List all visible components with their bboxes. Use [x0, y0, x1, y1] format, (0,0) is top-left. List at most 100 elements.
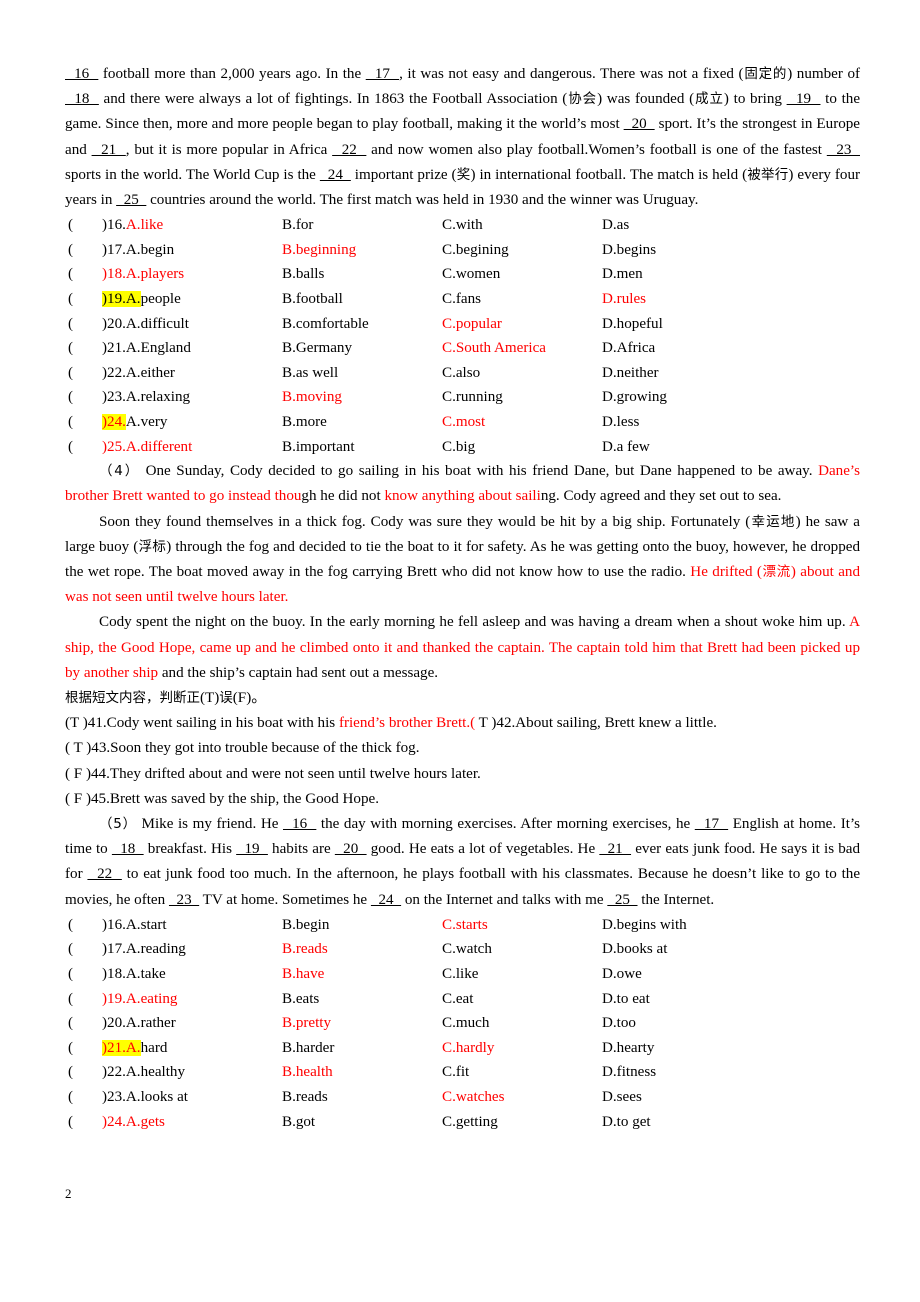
mc-option-c[interactable]: C.South America: [442, 336, 546, 361]
mc-option-a[interactable]: )17.A.reading: [102, 937, 186, 962]
mc-option-d[interactable]: D.rules: [602, 287, 646, 312]
mc-option-a[interactable]: )20.A.rather: [102, 1011, 176, 1036]
mc-option-c[interactable]: C.most: [442, 410, 485, 435]
answer-bracket[interactable]: (: [68, 1110, 73, 1135]
mc-option-b[interactable]: B.begin: [282, 913, 329, 938]
answer-bracket[interactable]: (: [68, 435, 73, 460]
mc-option-d[interactable]: D.begins with: [602, 913, 687, 938]
mc-option-d[interactable]: D.books at: [602, 937, 667, 962]
mc-option-c[interactable]: C.big: [442, 435, 475, 460]
mc-option-c[interactable]: C.watch: [442, 937, 492, 962]
answer-bracket[interactable]: (: [68, 312, 73, 337]
mc-option-d[interactable]: D.Africa: [602, 336, 655, 361]
mc-option-a[interactable]: )23.A.looks at: [102, 1085, 188, 1110]
mc-option-a[interactable]: )21.A.hard: [102, 1036, 167, 1061]
answer-bracket[interactable]: (: [68, 336, 73, 361]
mc-option-a[interactable]: )23.A.relaxing: [102, 385, 190, 410]
mc-option-d[interactable]: D.less: [602, 410, 639, 435]
answer-bracket[interactable]: (: [68, 987, 73, 1012]
true-false-question[interactable]: ( F )44.They drifted about and were not …: [65, 762, 860, 787]
mc-option-d[interactable]: D.too: [602, 1011, 636, 1036]
answer-bracket[interactable]: (: [68, 1060, 73, 1085]
mc-option-d[interactable]: D.begins: [602, 238, 656, 263]
mc-option-a[interactable]: )16.A.start: [102, 913, 167, 938]
mc-option-a[interactable]: )24.A.very: [102, 410, 167, 435]
answer-bracket[interactable]: (: [68, 1036, 73, 1061]
mc-option-b[interactable]: B.pretty: [282, 1011, 331, 1036]
mc-option-b[interactable]: B.moving: [282, 385, 342, 410]
mc-option-d[interactable]: D.neither: [602, 361, 659, 386]
true-false-question[interactable]: ( T )43.Soon they got into trouble becau…: [65, 736, 860, 761]
mc-option-a[interactable]: )24.A.gets: [102, 1110, 165, 1135]
true-false-question[interactable]: (T )41.Cody went sailing in his boat wit…: [65, 711, 860, 736]
answer-bracket[interactable]: (: [68, 287, 73, 312]
mc-option-a[interactable]: )19.A.eating: [102, 987, 177, 1012]
mc-option-c[interactable]: C.women: [442, 262, 500, 287]
mc-option-b[interactable]: B.more: [282, 410, 327, 435]
mc-option-d[interactable]: D.hearty: [602, 1036, 654, 1061]
mc-option-c[interactable]: C.much: [442, 1011, 489, 1036]
mc-option-b[interactable]: B.beginning: [282, 238, 356, 263]
mc-option-a[interactable]: )22.A.either: [102, 361, 175, 386]
mc-option-b[interactable]: B.health: [282, 1060, 333, 1085]
mc-option-d[interactable]: D.as: [602, 213, 629, 238]
mc-option-d[interactable]: D.to eat: [602, 987, 650, 1012]
mc-option-c[interactable]: C.running: [442, 385, 503, 410]
mc-option-a[interactable]: )16.A.like: [102, 213, 163, 238]
mc-option-c[interactable]: C.begining: [442, 238, 509, 263]
mc-option-c[interactable]: C.fit: [442, 1060, 469, 1085]
answer-bracket[interactable]: (: [68, 1011, 73, 1036]
mc-option-b[interactable]: B.comfortable: [282, 312, 369, 337]
mc-option-c[interactable]: C.getting: [442, 1110, 498, 1135]
mc-option-row: ( )21.A.England B.Germany C.South America D.…: [65, 336, 860, 361]
mc-option-b[interactable]: B.eats: [282, 987, 319, 1012]
answer-bracket[interactable]: (: [68, 410, 73, 435]
answer-bracket[interactable]: (: [68, 262, 73, 287]
mc-option-b[interactable]: B.harder: [282, 1036, 334, 1061]
mc-option-c[interactable]: C.hardly: [442, 1036, 494, 1061]
mc-option-d[interactable]: D.to get: [602, 1110, 651, 1135]
mc-option-d[interactable]: D.fitness: [602, 1060, 656, 1085]
true-false-question[interactable]: ( F )45.Brett was saved by the ship, the…: [65, 787, 860, 812]
mc-option-c[interactable]: C.starts: [442, 913, 488, 938]
mc-option-b[interactable]: B.for: [282, 213, 313, 238]
mc-option-b[interactable]: B.reads: [282, 1085, 328, 1110]
mc-option-a[interactable]: )18.A.players: [102, 262, 184, 287]
answer-bracket[interactable]: (: [68, 238, 73, 263]
mc-option-b[interactable]: B.balls: [282, 262, 324, 287]
mc-option-c[interactable]: C.like: [442, 962, 478, 987]
mc-option-a[interactable]: )19.A.people: [102, 287, 181, 312]
answer-bracket[interactable]: (: [68, 385, 73, 410]
mc-option-c[interactable]: C.eat: [442, 987, 473, 1012]
mc-option-a[interactable]: )22.A.healthy: [102, 1060, 185, 1085]
mc-option-d[interactable]: D.sees: [602, 1085, 642, 1110]
mc-option-c[interactable]: C.with: [442, 213, 483, 238]
mc-option-a[interactable]: )25.A.different: [102, 435, 192, 460]
mc-option-d[interactable]: D.hopeful: [602, 312, 663, 337]
answer-bracket[interactable]: (: [68, 962, 73, 987]
mc-option-a[interactable]: )17.A.begin: [102, 238, 174, 263]
answer-bracket[interactable]: (: [68, 361, 73, 386]
answer-bracket[interactable]: (: [68, 1085, 73, 1110]
mc-option-a[interactable]: )18.A.take: [102, 962, 166, 987]
mc-option-a[interactable]: )20.A.difficult: [102, 312, 189, 337]
mc-option-c[interactable]: C.also: [442, 361, 480, 386]
mc-option-b[interactable]: B.Germany: [282, 336, 352, 361]
mc-option-b[interactable]: B.as well: [282, 361, 338, 386]
mc-option-c[interactable]: C.popular: [442, 312, 502, 337]
mc-option-b[interactable]: B.important: [282, 435, 355, 460]
mc-option-c[interactable]: C.watches: [442, 1085, 504, 1110]
mc-option-d[interactable]: D.a few: [602, 435, 650, 460]
mc-option-b[interactable]: B.football: [282, 287, 343, 312]
mc-option-c[interactable]: C.fans: [442, 287, 481, 312]
mc-option-d[interactable]: D.owe: [602, 962, 642, 987]
answer-bracket[interactable]: (: [68, 213, 73, 238]
mc-option-b[interactable]: B.have: [282, 962, 324, 987]
mc-option-b[interactable]: B.got: [282, 1110, 315, 1135]
answer-bracket[interactable]: (: [68, 913, 73, 938]
mc-option-d[interactable]: D.men: [602, 262, 643, 287]
mc-option-a[interactable]: )21.A.England: [102, 336, 191, 361]
mc-option-d[interactable]: D.growing: [602, 385, 667, 410]
answer-bracket[interactable]: (: [68, 937, 73, 962]
mc-option-b[interactable]: B.reads: [282, 937, 328, 962]
